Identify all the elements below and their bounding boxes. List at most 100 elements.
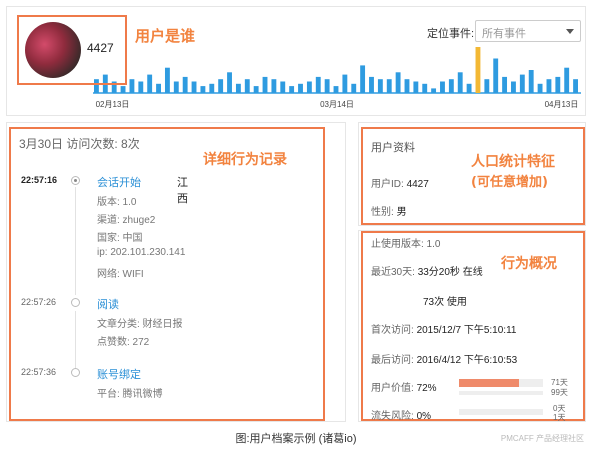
overview-churn-row: 流失风险: 0% bbox=[371, 407, 431, 422]
event-time: 22:57:26 bbox=[21, 297, 57, 307]
event-marker-icon bbox=[71, 298, 80, 307]
overview-first-visit-row: 首次访问: 2015/12/7 下午5:10:11 bbox=[371, 321, 516, 336]
profile-gender-value: 男 bbox=[396, 207, 407, 218]
event-detail: 平台: 腾讯微博 bbox=[97, 389, 163, 400]
timeline-connector bbox=[75, 311, 76, 371]
activity-bar bbox=[289, 86, 295, 93]
visit-detail-panel: 3月30日 访问次数: 8次 详细行为记录 22:57:16 会话开始 江西 版… bbox=[6, 122, 346, 422]
activity-bar bbox=[182, 76, 188, 93]
user-value-bar-track-secondary bbox=[459, 391, 543, 395]
event-detail: 网络: WIFI bbox=[97, 269, 144, 280]
profile-gender-label: 性别: bbox=[371, 207, 394, 218]
activity-bar bbox=[475, 47, 481, 93]
overview-value-pct: 72% bbox=[416, 383, 437, 394]
activity-bar bbox=[342, 74, 348, 93]
overview-churn-label: 流失风险: bbox=[371, 411, 414, 422]
user-profile-panel: 用户资料 人口统计特征 (可任意增加) 用户ID: 4427 性别: 男 bbox=[358, 122, 586, 226]
callout-who: 用户是谁 bbox=[135, 27, 196, 45]
event-marker-icon bbox=[71, 368, 80, 377]
activity-bar bbox=[537, 83, 543, 93]
overview-value-row: 用户价值: 72% bbox=[371, 379, 437, 394]
activity-bar bbox=[404, 79, 410, 93]
overview-recent-label: 最近30天: bbox=[371, 267, 415, 278]
event-detail: 渠道: zhuge2 bbox=[97, 215, 156, 226]
activity-bar bbox=[511, 81, 516, 93]
visit-header: 3月30日 访问次数: 8次 bbox=[19, 137, 140, 151]
overview-last-label: 最后访问: bbox=[371, 355, 414, 366]
event-time: 22:57:36 bbox=[21, 367, 57, 377]
activity-panel: 02月13日 03月14日 04月13日 4427 用户是谁 定位事件: 所有事件 bbox=[6, 6, 586, 116]
event-detail: 版本: 1.0 bbox=[97, 197, 137, 208]
activity-bar bbox=[209, 83, 215, 93]
overview-recent-row: 最近30天: 33分20秒 在线 bbox=[371, 263, 483, 278]
activity-bar bbox=[147, 74, 153, 93]
user-id-display: 4427 bbox=[87, 41, 114, 55]
activity-bar bbox=[253, 86, 259, 93]
activity-bar bbox=[271, 79, 277, 93]
activity-bar bbox=[200, 86, 206, 93]
activity-bar bbox=[262, 76, 268, 93]
activity-bar bbox=[156, 83, 161, 93]
activity-bar bbox=[244, 79, 250, 93]
activity-bar bbox=[306, 81, 312, 93]
profile-gender-row: 性别: 男 bbox=[371, 203, 407, 218]
activity-bar bbox=[360, 65, 366, 93]
filter-label: 定位事件: bbox=[427, 28, 475, 40]
activity-bar bbox=[519, 74, 525, 93]
profile-id-row: 用户ID: 4427 bbox=[371, 175, 429, 190]
activity-bar bbox=[227, 72, 232, 93]
event-detail: 国家: 中国 bbox=[97, 233, 143, 244]
overview-last-visit-row: 最后访问: 2016/4/12 下午6:10:53 bbox=[371, 351, 517, 366]
activity-bar bbox=[528, 70, 534, 93]
event-title-link[interactable]: 账号绑定 bbox=[97, 366, 141, 382]
behavior-overview-panel: 止使用版本: 1.0 行为概况 最近30天: 33分20秒 在线 73次 使用 … bbox=[358, 230, 586, 422]
activity-bar bbox=[493, 58, 499, 93]
activity-bar bbox=[298, 83, 303, 93]
activity-bar bbox=[386, 79, 392, 93]
activity-bar bbox=[315, 76, 321, 93]
event-filter-select[interactable]: 所有事件 bbox=[475, 20, 581, 42]
activity-bar bbox=[369, 76, 374, 93]
activity-bar bbox=[351, 83, 357, 93]
activity-bar bbox=[280, 81, 286, 93]
activity-bar bbox=[502, 76, 508, 93]
avatar[interactable] bbox=[25, 22, 81, 78]
activity-bar bbox=[413, 81, 419, 93]
activity-bar bbox=[120, 86, 126, 93]
event-filter-value: 所有事件 bbox=[482, 28, 526, 40]
overview-last-value: 2016/4/12 下午6:10:53 bbox=[416, 355, 518, 366]
overview-churn-pct: 0% bbox=[416, 411, 432, 422]
profile-id-label: 用户ID: bbox=[371, 179, 404, 190]
activity-bar bbox=[466, 83, 472, 93]
event-time: 22:57:16 bbox=[21, 175, 58, 185]
activity-bar bbox=[573, 79, 578, 93]
watermark: PMCAFF 产品经理社区 bbox=[500, 434, 584, 443]
event-detail: 文章分类: 财经日报 bbox=[97, 319, 183, 330]
overview-uses: 73次 使用 bbox=[423, 297, 467, 308]
profile-id-value: 4427 bbox=[406, 179, 429, 190]
activity-bar bbox=[218, 79, 224, 93]
activity-bar bbox=[457, 72, 463, 93]
user-identity-frame: 4427 bbox=[17, 15, 127, 85]
activity-bar bbox=[164, 67, 170, 93]
overview-version: 止使用版本: 1.0 bbox=[371, 239, 441, 250]
callout-demographics-note: (可任意增加) bbox=[471, 175, 548, 190]
callout-detail-log: 详细行为记录 bbox=[203, 152, 287, 168]
churn-risk-bar-track bbox=[459, 409, 543, 415]
activity-bar bbox=[377, 79, 383, 93]
timeline-date-label: 03月14日 bbox=[320, 100, 354, 109]
activity-bar bbox=[324, 79, 330, 93]
timeline-connector bbox=[75, 187, 76, 295]
activity-bar bbox=[546, 79, 552, 93]
event-detail: ip: 202.101.230.141 bbox=[97, 247, 186, 258]
activity-bar bbox=[235, 83, 241, 93]
profile-title: 用户资料 bbox=[371, 142, 415, 154]
event-title-link[interactable]: 阅读 bbox=[97, 296, 119, 312]
event-title-link[interactable]: 会话开始 bbox=[97, 174, 141, 190]
activity-bar bbox=[138, 81, 144, 93]
callout-demographics: 人口统计特征 bbox=[471, 154, 555, 170]
activity-bar bbox=[440, 81, 445, 93]
user-value-bar bbox=[459, 379, 520, 387]
activity-bar bbox=[333, 86, 339, 93]
event-detail: 点赞数: 272 bbox=[97, 337, 150, 348]
